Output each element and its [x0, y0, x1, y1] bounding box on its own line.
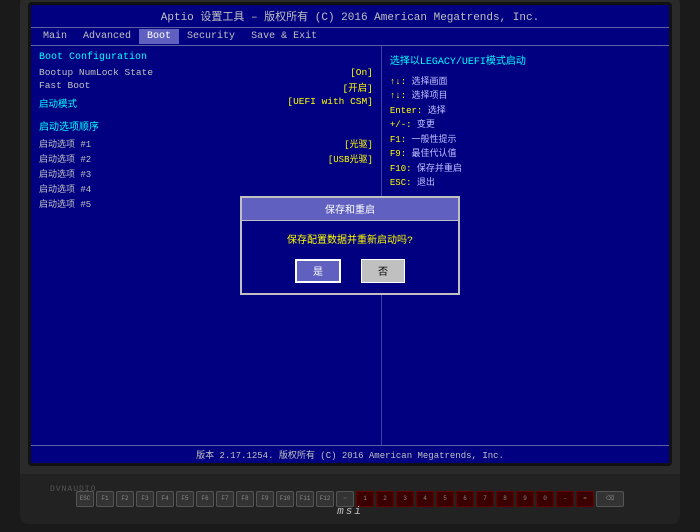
- key-f10[interactable]: F10: [276, 491, 294, 507]
- no-button[interactable]: 否: [361, 259, 405, 283]
- key-minus[interactable]: -: [556, 491, 574, 507]
- key-6[interactable]: 6: [456, 491, 474, 507]
- dialog-message: 保存配置数据并重新启动吗?: [254, 231, 446, 247]
- title-bar: Aptio 设置工具 – 版权所有 (C) 2016 American Mega…: [31, 5, 669, 28]
- dialog-overlay: 保存和重启 保存配置数据并重新启动吗? 是 否: [31, 46, 669, 445]
- menu-item-advanced[interactable]: Advanced: [75, 29, 139, 44]
- key-f5[interactable]: F5: [176, 491, 194, 507]
- status-bar: 版本 2.17.1254. 版权所有 (C) 2016 American Meg…: [31, 445, 669, 463]
- laptop-outer: Aptio 设置工具 – 版权所有 (C) 2016 American Mega…: [20, 0, 680, 474]
- key-backspace[interactable]: ⌫: [596, 491, 624, 507]
- yes-button[interactable]: 是: [295, 259, 341, 283]
- keyboard-keys: ESC F1 F2 F3 F4 F5 F6 F7 F8 F9 F10 F11 F…: [30, 491, 670, 507]
- key-2[interactable]: 2: [376, 491, 394, 507]
- dialog-content: 保存配置数据并重新启动吗? 是 否: [242, 221, 458, 293]
- dialog-buttons: 是 否: [254, 259, 446, 283]
- key-f11[interactable]: F11: [296, 491, 314, 507]
- bios-body: Boot Configuration Bootup NumLock State …: [31, 46, 669, 445]
- dialog-box: 保存和重启 保存配置数据并重新启动吗? 是 否: [240, 196, 460, 295]
- key-3[interactable]: 3: [396, 491, 414, 507]
- menu-bar: Main Advanced Boot Security Save & Exit: [31, 28, 669, 46]
- screen: Aptio 设置工具 – 版权所有 (C) 2016 American Mega…: [28, 2, 672, 466]
- key-7[interactable]: 7: [476, 491, 494, 507]
- key-f8[interactable]: F8: [236, 491, 254, 507]
- key-equals[interactable]: =: [576, 491, 594, 507]
- key-f4[interactable]: F4: [156, 491, 174, 507]
- key-f12[interactable]: F12: [316, 491, 334, 507]
- key-9[interactable]: 9: [516, 491, 534, 507]
- menu-item-save-exit[interactable]: Save & Exit: [243, 29, 325, 44]
- menu-item-security[interactable]: Security: [179, 29, 243, 44]
- key-f2[interactable]: F2: [116, 491, 134, 507]
- key-1[interactable]: 1: [356, 491, 374, 507]
- key-8[interactable]: 8: [496, 491, 514, 507]
- key-f6[interactable]: F6: [196, 491, 214, 507]
- key-f9[interactable]: F9: [256, 491, 274, 507]
- dialog-title: 保存和重启: [242, 198, 458, 221]
- key-f1[interactable]: F1: [96, 491, 114, 507]
- keyboard-area: ESC F1 F2 F3 F4 F5 F6 F7 F8 F9 F10 F11 F…: [20, 474, 680, 524]
- dvnaudio-label: DVNAUDIO: [50, 485, 96, 494]
- key-4[interactable]: 4: [416, 491, 434, 507]
- key-tilde[interactable]: ~: [336, 491, 354, 507]
- menu-item-boot[interactable]: Boot: [139, 29, 179, 44]
- msi-logo: msi: [337, 506, 363, 518]
- key-f3[interactable]: F3: [136, 491, 154, 507]
- laptop-container: Aptio 设置工具 – 版权所有 (C) 2016 American Mega…: [20, 0, 680, 532]
- menu-item-main[interactable]: Main: [35, 29, 75, 44]
- key-0[interactable]: 0: [536, 491, 554, 507]
- bios-title: Aptio 设置工具 – 版权所有 (C) 2016 American Mega…: [161, 12, 539, 24]
- key-f7[interactable]: F7: [216, 491, 234, 507]
- key-5[interactable]: 5: [436, 491, 454, 507]
